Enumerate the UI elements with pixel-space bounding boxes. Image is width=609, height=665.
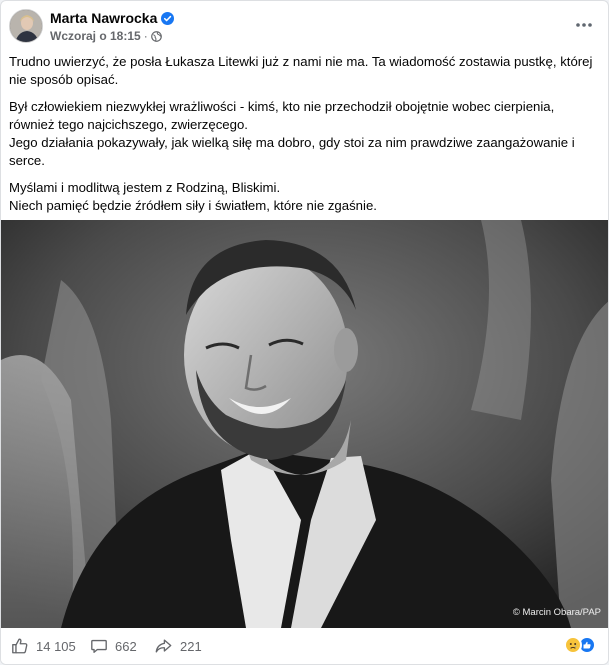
author-name[interactable]: Marta Nawrocka bbox=[50, 10, 175, 26]
post-paragraph: Był człowiekiem niezwykłej wrażliwości -… bbox=[9, 98, 601, 170]
post-line: Jego działania pokazywały, jak wielką si… bbox=[9, 135, 575, 150]
reactions-summary[interactable] bbox=[562, 636, 596, 656]
post-meta: Wczoraj o 18:15 · bbox=[50, 29, 162, 43]
post-line: Myślami i modlitwą jestem z Rodziną, Bli… bbox=[9, 180, 281, 195]
verified-badge-icon bbox=[161, 11, 175, 25]
post-photo[interactable]: © Marcin Obara/PAP bbox=[1, 220, 608, 628]
post-header: Marta Nawrocka Wczoraj o 18:15 · bbox=[1, 1, 608, 49]
like-button[interactable]: 14 105 bbox=[11, 637, 76, 655]
post-line: serce. bbox=[9, 153, 45, 168]
avatar[interactable] bbox=[9, 9, 43, 43]
post-line: nie sposób opisać. bbox=[9, 72, 119, 87]
like-count: 14 105 bbox=[36, 638, 76, 654]
post-line: Niech pamięć będzie źródłem siły i świat… bbox=[9, 198, 377, 213]
share-icon bbox=[155, 639, 172, 653]
more-options-icon[interactable] bbox=[572, 13, 596, 37]
post-card: Marta Nawrocka Wczoraj o 18:15 · Trudno … bbox=[0, 0, 609, 665]
globe-icon[interactable] bbox=[150, 30, 162, 42]
thumbs-up-icon bbox=[12, 638, 28, 654]
photo-credit: © Marcin Obara/PAP bbox=[512, 607, 601, 618]
post-line: Był człowiekiem niezwykłej wrażliwości -… bbox=[9, 99, 555, 114]
post-paragraph: Trudno uwierzyć, że posła Łukasza Litewk… bbox=[9, 53, 601, 89]
post-timestamp[interactable]: Wczoraj o 18:15 bbox=[50, 29, 141, 43]
post-line: Trudno uwierzyć, że posła Łukasza Litewk… bbox=[9, 54, 593, 69]
post-paragraph: Myślami i modlitwą jestem z Rodziną, Bli… bbox=[9, 179, 601, 215]
share-button[interactable]: 221 bbox=[154, 637, 202, 655]
comment-icon bbox=[91, 639, 107, 653]
author-name-text[interactable]: Marta Nawrocka bbox=[50, 10, 157, 26]
meta-separator: · bbox=[143, 29, 148, 43]
share-count: 221 bbox=[180, 638, 202, 654]
post-footer: 14 105 662 221 bbox=[1, 628, 608, 664]
post-text: Trudno uwierzyć, że posła Łukasza Litewk… bbox=[9, 53, 601, 224]
post-line: również tego najcichszego, zwierzęcego. bbox=[9, 117, 248, 132]
sad-reaction-icon bbox=[564, 636, 582, 654]
portrait-image bbox=[1, 220, 608, 628]
comment-count: 662 bbox=[115, 638, 137, 654]
comment-button[interactable]: 662 bbox=[90, 637, 137, 655]
